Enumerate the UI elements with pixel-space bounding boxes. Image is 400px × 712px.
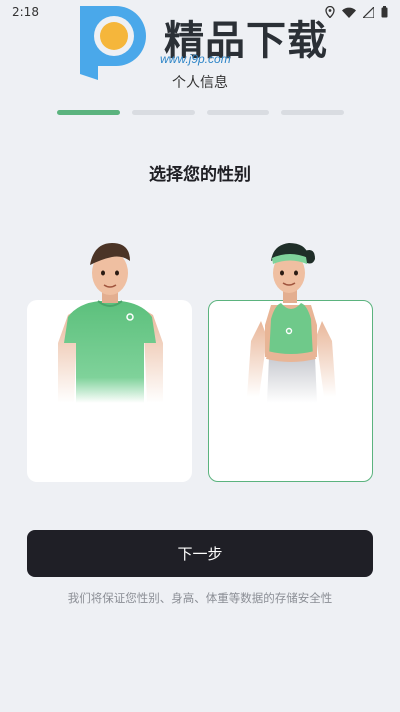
wifi-icon [342, 7, 356, 18]
progress-indicator [57, 110, 344, 115]
status-time: 2:18 [12, 5, 39, 19]
female-avatar-illustration [247, 243, 336, 403]
male-avatar-illustration [58, 243, 163, 403]
signal-icon [363, 6, 374, 18]
progress-step-4 [281, 110, 344, 115]
status-icons [325, 6, 388, 18]
progress-step-1 [57, 110, 120, 115]
gender-option-male[interactable] [27, 243, 192, 482]
step-title: 个人信息 [172, 75, 228, 91]
page-title: 选择您的性别 [149, 165, 251, 185]
gender-option-female[interactable] [208, 243, 373, 482]
next-button[interactable]: 下一步 [27, 530, 373, 577]
brand-p-icon [80, 6, 146, 80]
watermark-url: www.j9p.com [160, 52, 231, 66]
progress-step-2 [131, 110, 195, 115]
battery-icon [381, 6, 388, 18]
watermark-logo: 精品下载 www.j9p.com [74, 0, 334, 82]
privacy-note: 我们将保证您性别、身高、体重等数据的存储安全性 [67, 591, 333, 605]
progress-step-3 [206, 110, 270, 115]
